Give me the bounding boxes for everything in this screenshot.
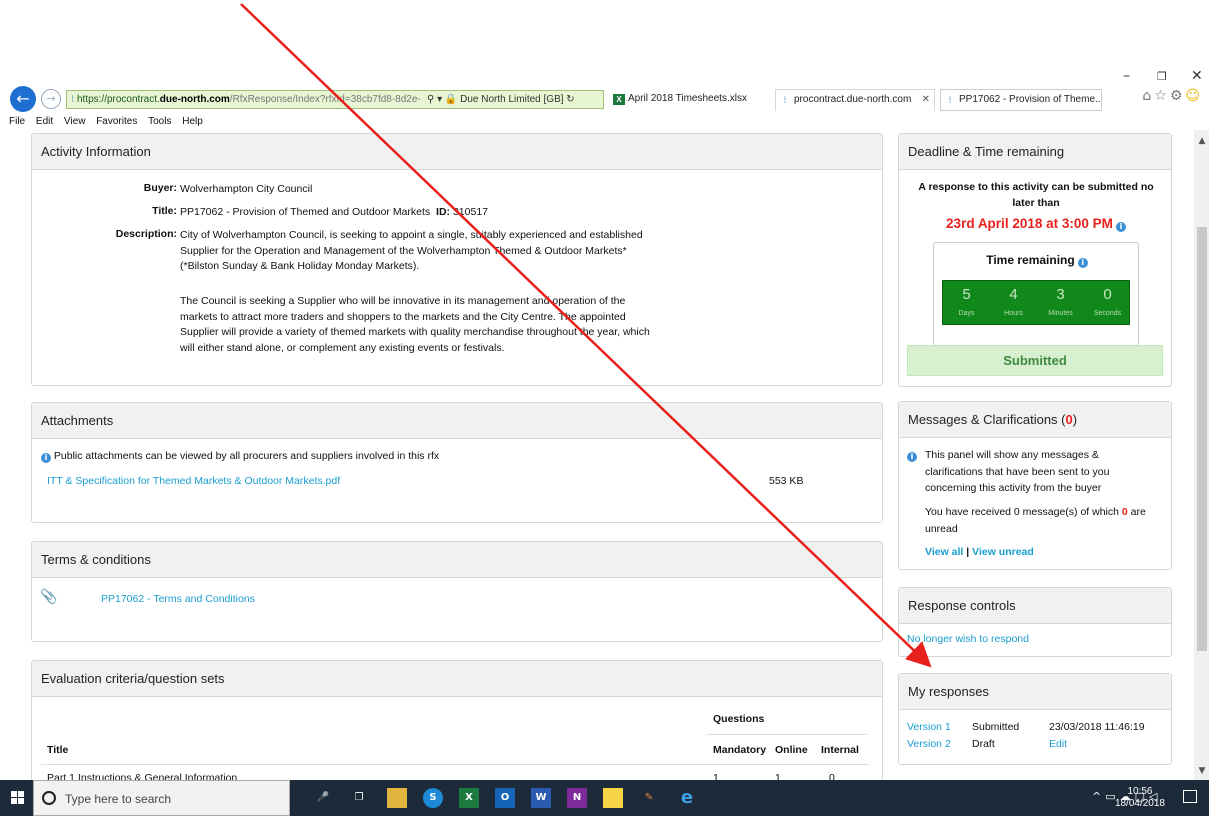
clock[interactable]: 10:56 18/04/2018: [1115, 786, 1165, 810]
sticky-notes-icon[interactable]: [603, 788, 623, 808]
chevron-up-icon[interactable]: ^: [1092, 790, 1105, 803]
file-explorer-icon[interactable]: [387, 788, 407, 808]
cortana-icon: [42, 791, 56, 805]
word-icon[interactable]: W: [531, 788, 551, 808]
internet-explorer-icon[interactable]: e: [677, 788, 697, 808]
annotation-arrow: [240, 3, 932, 668]
task-view-icon[interactable]: ❐: [349, 788, 369, 808]
clock-time: 10:56: [1127, 786, 1153, 797]
clock-date: 18/04/2018: [1114, 798, 1165, 809]
outlook-icon[interactable]: O: [495, 788, 515, 808]
notification-icon[interactable]: [1183, 790, 1197, 803]
paint-icon[interactable]: ✎: [639, 788, 659, 808]
onenote-icon[interactable]: N: [567, 788, 587, 808]
windows-start-icon[interactable]: [11, 791, 25, 805]
microphone-icon[interactable]: 🎤: [313, 788, 333, 808]
taskbar-search[interactable]: Type here to search: [33, 780, 290, 816]
skype-icon[interactable]: S: [423, 788, 443, 808]
excel-icon[interactable]: X: [459, 788, 479, 808]
taskbar: Type here to search 🎤 ❐ S X O W N ✎ e ^▭…: [0, 780, 1209, 816]
search-placeholder: Type here to search: [65, 792, 172, 806]
